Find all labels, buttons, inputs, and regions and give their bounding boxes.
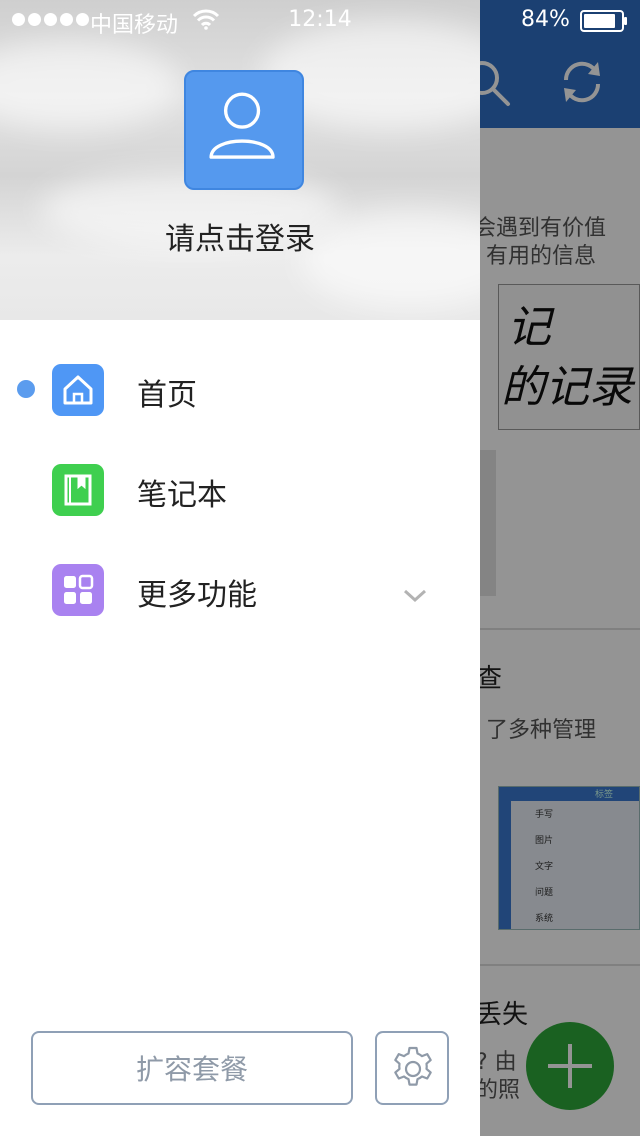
chevron-down-icon[interactable]: [402, 588, 428, 604]
menu-item-home[interactable]: 首页: [0, 340, 480, 440]
home-icon: [52, 364, 104, 416]
battery-icon: [580, 10, 627, 32]
active-indicator: [17, 380, 35, 398]
login-prompt[interactable]: 请点击登录: [0, 214, 480, 258]
side-drawer: 请点击登录 首页 笔记本 更多功能 扩容套餐: [0, 0, 480, 1136]
settings-button[interactable]: [375, 1031, 449, 1105]
menu-item-more[interactable]: 更多功能: [0, 540, 480, 640]
battery-percentage: 84%: [521, 7, 570, 32]
expand-plan-button[interactable]: 扩容套餐: [31, 1031, 353, 1105]
notebook-icon: [52, 464, 104, 516]
avatar[interactable]: [184, 70, 304, 190]
menu-item-label: 更多功能: [137, 578, 257, 613]
menu-item-label: 首页: [137, 378, 197, 413]
menu-item-notebook[interactable]: 笔记本: [0, 440, 480, 540]
status-bar: 中国移动 12:14 84%: [0, 0, 640, 40]
menu-item-label: 笔记本: [137, 478, 227, 513]
drawer-header: 请点击登录: [0, 0, 480, 320]
user-icon: [209, 92, 275, 159]
gear-icon: [394, 1046, 432, 1086]
grid-icon: [52, 564, 104, 616]
